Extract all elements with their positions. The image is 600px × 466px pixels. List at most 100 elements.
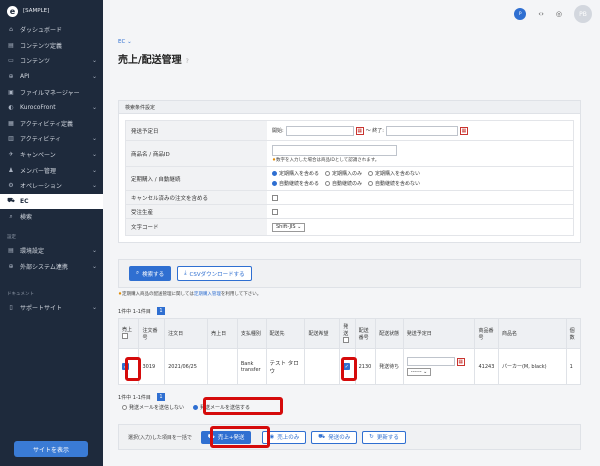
calendar-icon[interactable]: ▦ [456, 357, 465, 366]
sidebar-item-operation[interactable]: ⚙ オペレーション ⌄ [0, 178, 103, 194]
sidebar-item-label: 環境設定 [20, 248, 45, 256]
member-icon: ♟ [8, 166, 14, 174]
auto-renew-option-2[interactable]: 自動継続のみ [325, 180, 362, 187]
truck-icon: ⛟ [318, 433, 326, 440]
subscription-link[interactable]: 定期購入管理 [194, 292, 221, 297]
chevron-down-icon: ⌄ [91, 135, 97, 143]
charset-label: 文字コード [126, 219, 267, 235]
ship-date-start-input[interactable] [285, 125, 354, 136]
chevron-down-icon: ⌄ [91, 151, 97, 159]
ship-no: 2130 [354, 348, 377, 385]
search-button[interactable]: ⌕ 検索する [129, 266, 172, 281]
sidebar-item-cart[interactable]: ⛟ EC [0, 193, 103, 210]
sidebar-item-search[interactable]: ⌕ 検索 [0, 209, 103, 225]
annotation-highlight [125, 357, 141, 381]
ship-to: テスト タロウ [265, 348, 306, 385]
qty: 1 [565, 348, 582, 385]
chevron-down-icon: ⌄ [91, 57, 97, 65]
sidebar-item-activity-def[interactable]: ▦ アクティビティ定義 [0, 116, 103, 132]
sidebar-item-integration[interactable]: ⊕ 外部システム連携 ⌄ [0, 258, 103, 274]
sidebar-item-member[interactable]: ♟ メンバー管理 ⌄ [0, 162, 103, 178]
front-icon: ◐ [8, 104, 14, 112]
kuroco-logo-icon: e [7, 5, 18, 17]
page-button[interactable]: 1 [156, 307, 165, 315]
sidebar-item-label: ダッシュボード [20, 27, 63, 35]
sidebar-item-label: サポートサイト [20, 305, 63, 313]
ship-date-end-label: ～ 終了: [365, 128, 384, 134]
sidebar-item-content[interactable]: ▭ コンテンツ ⌄ [0, 53, 103, 69]
no-send-mail-radio[interactable]: 発送メールを送信しない [122, 404, 184, 411]
subscription-option-1[interactable]: 定期購入を含める [272, 170, 319, 177]
backorder-checkbox[interactable] [272, 208, 278, 215]
col-sales: 売上 [117, 318, 140, 349]
ship-only-button[interactable]: ⛟ 発送のみ [311, 430, 358, 444]
charset-select[interactable]: Shift-JIS ⌄ [272, 222, 306, 232]
sidebar-item-label: 外部システム連携 [20, 263, 68, 271]
user-avatar[interactable]: PB [574, 5, 592, 23]
product-input[interactable] [272, 144, 397, 156]
sidebar-item-env-settings[interactable]: ▤ 環境設定 ⌄ [0, 243, 103, 259]
sidebar-item-label: KurocoFront [20, 104, 56, 112]
product-no-link[interactable]: 41243 [474, 348, 499, 385]
calendar-icon[interactable]: ▦ [355, 126, 364, 135]
sidebar-item-api[interactable]: ⊕ API ⌄ [0, 69, 103, 85]
result-info-top: 1件中 1-1件目 1 [118, 307, 165, 315]
yen-icon: ◉ [269, 434, 275, 440]
sidebar-item-campaign[interactable]: ✈ キャンペーン ⌄ [0, 147, 103, 163]
subscription-notice: ♦定期購入商品の配送管理に関しては定期購入管理を利用して下さい。 [118, 292, 262, 297]
page-button[interactable]: 1 [156, 393, 165, 401]
col-order-no: 注文番号 [138, 318, 166, 349]
update-button[interactable]: ↻ 更新する [362, 430, 406, 444]
help-icon[interactable]: ? [186, 58, 189, 65]
sidebar-item-file[interactable]: ▣ ファイルマネージャー [0, 84, 103, 100]
sidebar-item-activity[interactable]: ▥ アクティビティ ⌄ [0, 131, 103, 147]
search-panel-title: 検索条件設定 [119, 101, 580, 114]
sidebar-item-front[interactable]: ◐ KurocoFront ⌄ [0, 100, 103, 116]
globe-icon[interactable]: ◎ [556, 10, 562, 18]
auto-renew-option-3[interactable]: 自動継続を含めない [368, 180, 420, 187]
ship-date-start-label: 開始: [272, 128, 284, 134]
auto-renew-option-1[interactable]: 自動継続を含める [272, 180, 319, 187]
sidebar-item-label: アクティビティ定義 [20, 120, 73, 128]
col-ship-to: 配送先 [265, 318, 306, 349]
ship-date-input[interactable] [406, 357, 455, 366]
ship-date-end-input[interactable] [385, 125, 458, 136]
bulk-actions: 選択(入力)した項目を一括で ⛟ 売上+発送 ◉ 売上のみ ⛟ 発送のみ ↻ 更新する [118, 424, 581, 450]
sidebar-item-label: ファイルマネージャー [20, 89, 80, 97]
activity-icon: ▥ [8, 135, 14, 143]
sidebar-item-label: 検索 [20, 214, 33, 222]
col-payment: 支払種別 [236, 318, 267, 349]
select-all-shipped-checkbox[interactable] [343, 336, 350, 343]
page-title-text: 売上/配送管理 [118, 55, 182, 66]
code-icon[interactable]: ‹› [538, 10, 544, 18]
ship-time-select[interactable]: ------ ⌄ [406, 368, 432, 376]
col-order-date: 注文日 [164, 318, 209, 349]
chevron-down-icon: ⌄ [91, 182, 97, 190]
csv-download-button[interactable]: ⤓ CSVダウンロードする [177, 266, 252, 281]
sidebar-item-dashboard[interactable]: ⌂ ダッシュボード [0, 22, 103, 38]
page-title: 売上/配送管理? [118, 51, 189, 66]
view-site-button[interactable]: サイトを表示 [14, 441, 88, 457]
ship-date-label: 発送予定日 [126, 121, 267, 140]
project-avatar[interactable]: P [514, 8, 527, 20]
sidebar-item-book[interactable]: ▯ サポートサイト ⌄ [0, 300, 103, 316]
backorder-label: 受注生産 [126, 205, 267, 218]
chevron-down-icon: ⌄ [91, 73, 97, 81]
subscription-option-2[interactable]: 定期購入のみ [325, 170, 362, 177]
search-icon: ⌕ [136, 270, 140, 276]
order-no-link[interactable]: 3019 [138, 348, 166, 385]
sidebar-item-content-def[interactable]: ▤ コンテンツ定義 [0, 38, 103, 54]
brand[interactable]: e [SAMPLE] [0, 0, 103, 22]
col-ship-status: 配送状態 [375, 318, 404, 349]
breadcrumb[interactable]: EC ⌄ [118, 39, 132, 45]
annotation-highlight [341, 357, 357, 381]
calendar-icon[interactable]: ▦ [459, 126, 468, 135]
chevron-down-icon: ⌄ [91, 304, 97, 312]
select-all-sales-checkbox[interactable] [122, 333, 128, 339]
subscription-option-3[interactable]: 定期購入を含めない [368, 170, 420, 177]
cancel-checkbox[interactable] [272, 194, 278, 201]
sidebar-item-label: キャンペーン [20, 152, 56, 160]
result-info-bottom: 1件中 1-1件目 1 [118, 393, 165, 401]
settings-section-label: 設定 [7, 234, 16, 240]
annotation-highlight [203, 397, 283, 415]
